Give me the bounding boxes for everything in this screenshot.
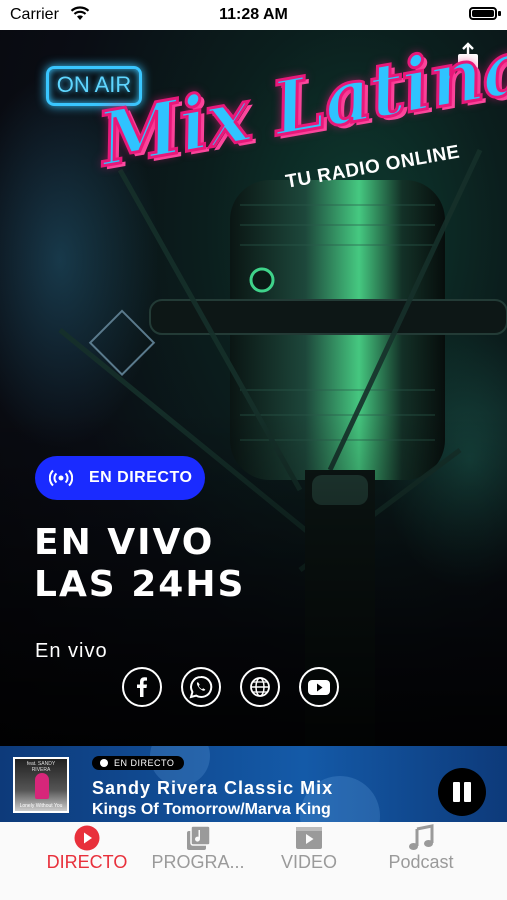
video-icon — [296, 827, 322, 849]
clock: 11:28 AM — [219, 6, 288, 23]
facebook-icon — [137, 677, 147, 697]
headline-line: EN VIVO — [34, 522, 215, 563]
now-playing-bar[interactable]: feat. SANDY RIVERA Lonely Without You EN… — [0, 746, 507, 822]
music-library-icon — [187, 825, 211, 850]
now-playing-artist: Kings Of Tomorrow/Marva King — [92, 801, 331, 818]
broadcast-icon — [49, 469, 73, 487]
battery-icon — [469, 7, 497, 20]
now-playing-title: Sandy Rivera Classic Mix — [92, 778, 334, 798]
cover-figure — [35, 773, 49, 799]
youtube-icon — [308, 680, 330, 695]
facebook-button[interactable] — [122, 667, 162, 707]
live-badge-button[interactable]: EN DIRECTO — [35, 456, 205, 500]
play-circle-icon — [74, 825, 100, 851]
tab-label: Podcast — [388, 852, 454, 872]
station-tagline: TU RADIO ONLINE — [284, 141, 462, 193]
status-bar: Carrier 11:28 AM — [0, 0, 507, 30]
hero-banner: ON AIR Mix Latina TU RADIO ONLINE EN DIR… — [0, 30, 507, 746]
pause-icon — [464, 782, 471, 802]
youtube-button[interactable] — [299, 667, 339, 707]
tab-directo[interactable]: DIRECTO — [24, 822, 150, 882]
whatsapp-icon — [189, 675, 213, 699]
tab-label: DIRECTO — [46, 852, 128, 872]
tab-label: PROGRA... — [151, 852, 245, 872]
tab-programas[interactable]: PROGRA... — [135, 822, 261, 882]
live-badge-label: EN DIRECTO — [89, 469, 193, 486]
tab-bar: DIRECTO PROGRA... VIDEO Podcast — [0, 822, 507, 900]
globe-icon — [250, 677, 270, 697]
album-cover: feat. SANDY RIVERA Lonely Without You — [13, 757, 69, 813]
tab-label: VIDEO — [280, 852, 337, 872]
battery-tip — [498, 11, 501, 16]
hero-headline: EN VIVO LAS 24HS — [34, 522, 245, 606]
tab-podcast[interactable]: Podcast — [358, 822, 484, 882]
cover-caption: Lonely Without You — [19, 803, 63, 809]
tab-video[interactable]: VIDEO — [246, 822, 372, 882]
pause-button[interactable] — [438, 768, 486, 816]
hero-subtitle: En vivo — [35, 640, 108, 662]
live-dot-icon — [100, 759, 108, 767]
whatsapp-button[interactable] — [181, 667, 221, 707]
live-indicator-label: EN DIRECTO — [114, 758, 175, 768]
live-indicator: EN DIRECTO — [92, 756, 185, 770]
station-logo: ON AIR Mix Latina TU RADIO ONLINE — [40, 30, 507, 230]
music-note-icon — [409, 824, 434, 850]
pause-icon — [453, 782, 460, 802]
website-button[interactable] — [240, 667, 280, 707]
cover-caption: feat. SANDY RIVERA — [26, 761, 56, 773]
headline-line: LAS 24HS — [34, 564, 246, 605]
